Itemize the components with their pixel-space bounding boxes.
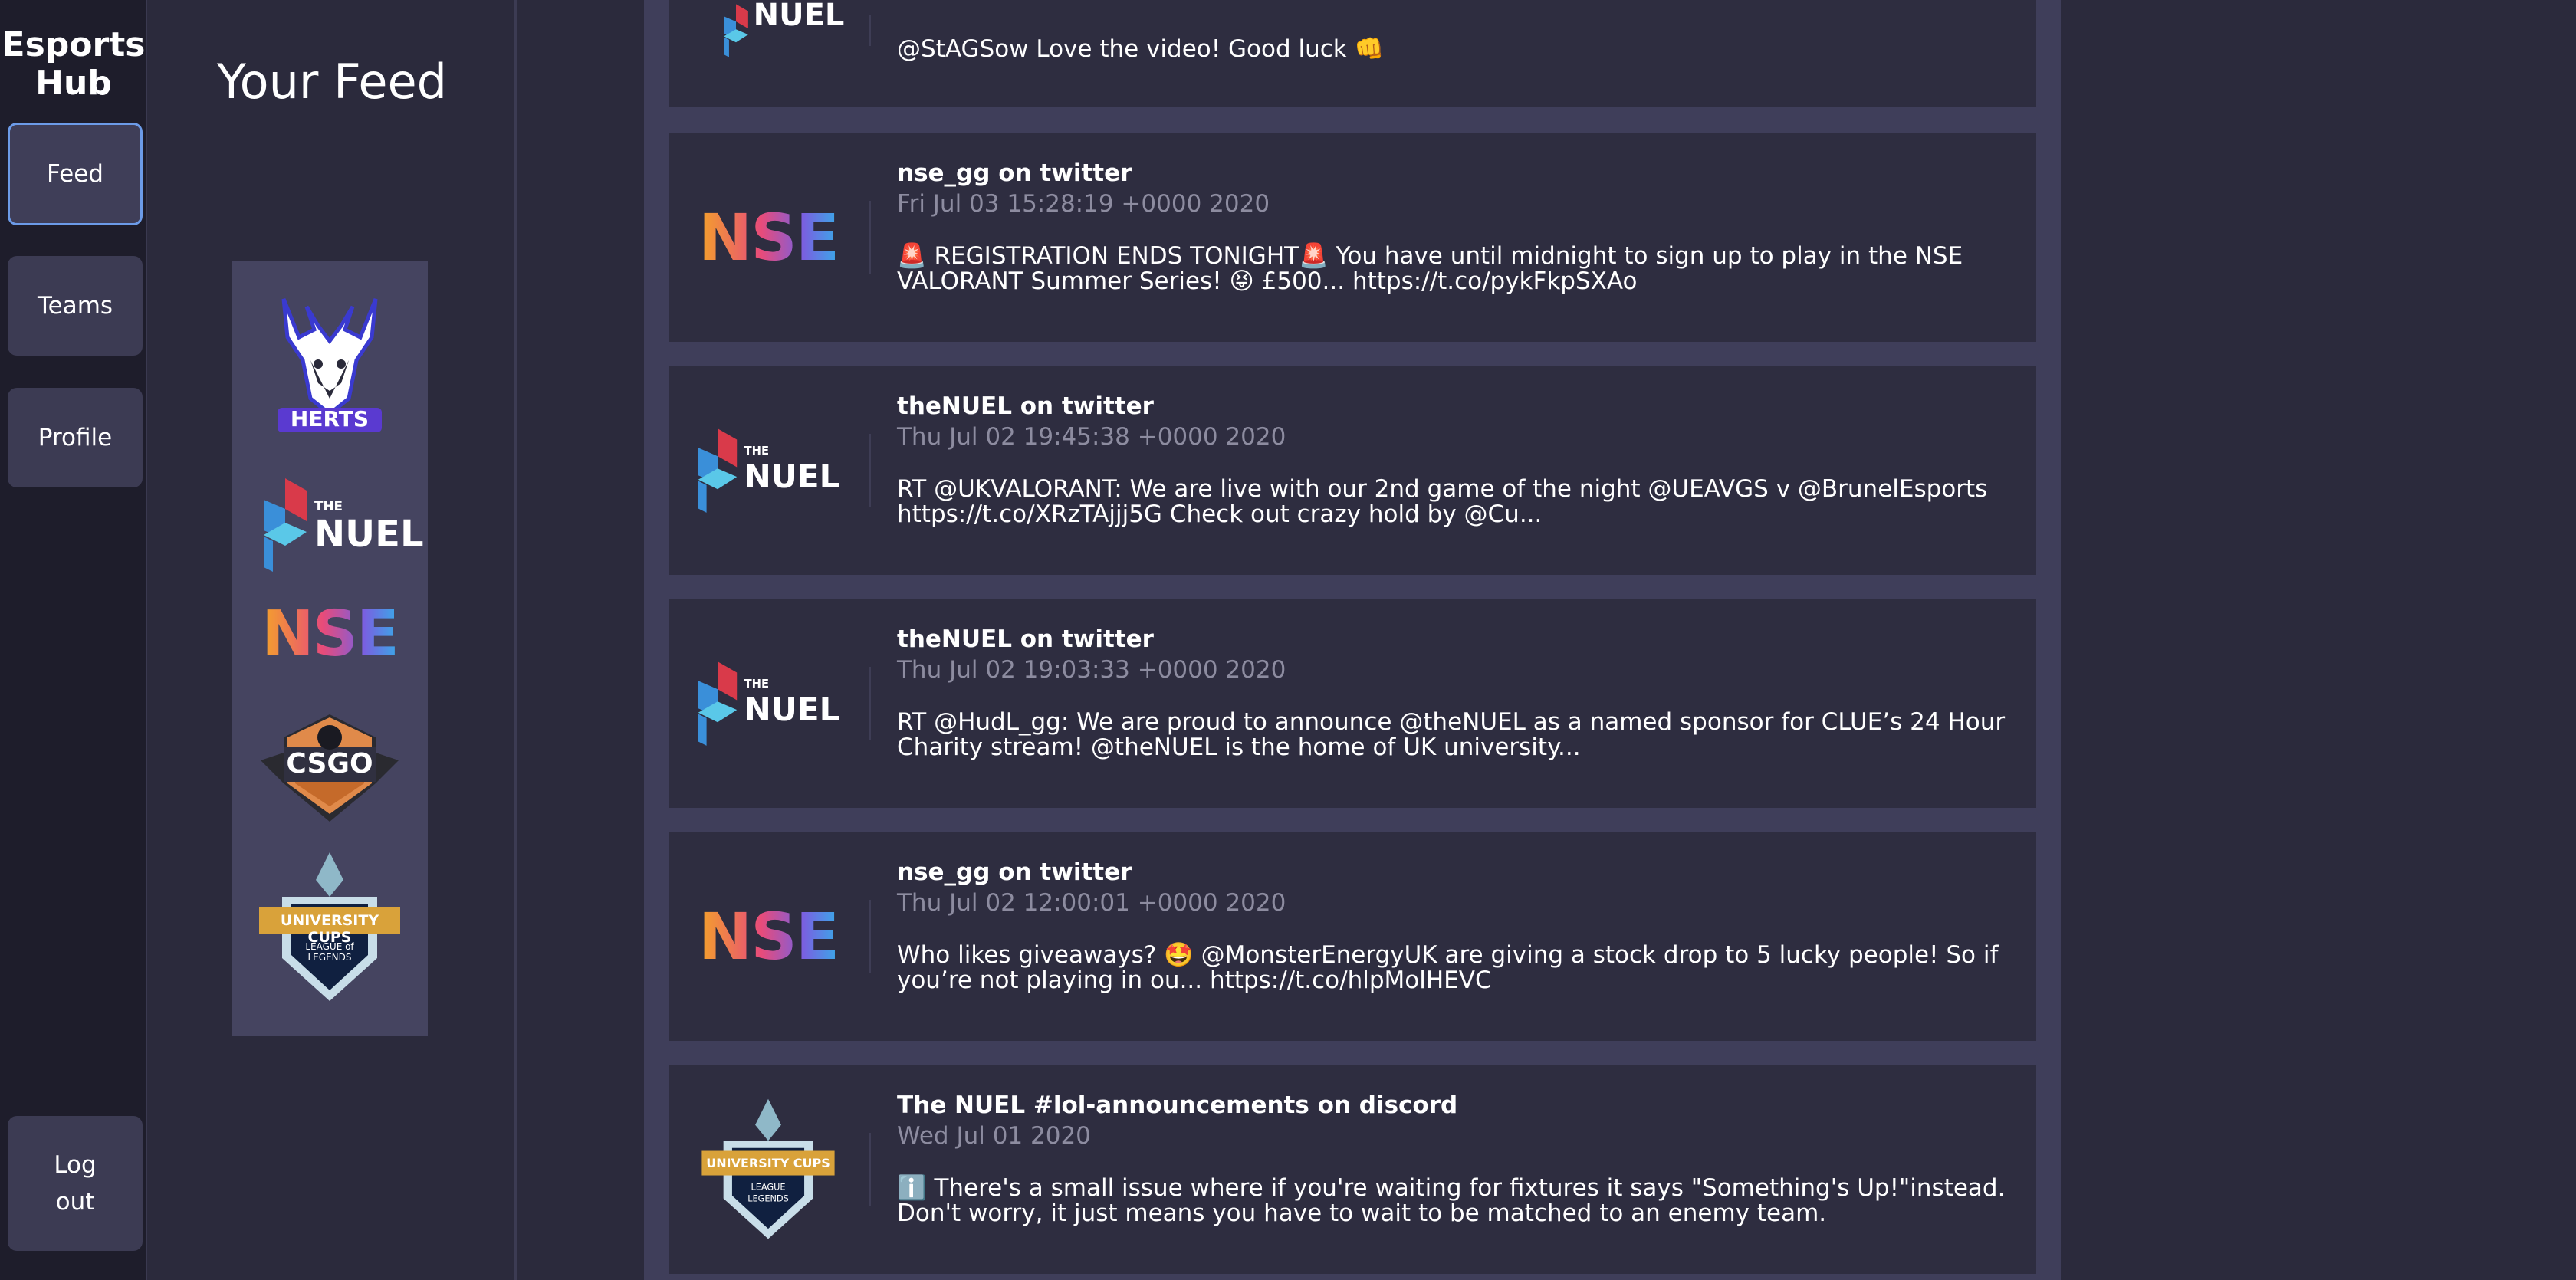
feed-post[interactable]: THE NUEL theNUEL on twitter Thu Jul 02 1… — [669, 599, 2036, 808]
feed-panel: Your Feed HERTS THE NUEL NSE CSGO UNIVER… — [147, 0, 517, 1280]
post-text: @StAGSow Love the video! Good luck 👊 — [897, 35, 1385, 63]
nuel-mark-icon — [264, 478, 307, 572]
herts-logo-text: HERTS — [290, 406, 370, 432]
post-text: RT @UKVALORANT: We are live with our 2nd… — [897, 475, 1988, 528]
feed-post[interactable]: NUEL @StAGSow Love the video! Good luck … — [669, 0, 2036, 107]
logout-line-1: Log — [54, 1151, 97, 1179]
post-logo-nuel-wordmark: THE NUEL — [744, 678, 840, 728]
nse-logo[interactable]: NSE — [259, 598, 400, 671]
herts-logo[interactable]: HERTS — [261, 284, 399, 437]
cups-banner-text: UNIVERSITY CUPS — [706, 1156, 830, 1170]
feed-post[interactable]: NSE nse_gg on twitter Thu Jul 02 12:00:0… — [669, 832, 2036, 1041]
post-date: Thu Jul 02 12:00:01 +0000 2020 — [897, 889, 1286, 917]
post-logo-nse: NSE — [692, 860, 845, 1013]
brand-line-1: Esports — [2, 25, 146, 64]
followed-teams-strip: HERTS THE NUEL NSE CSGO UNIVERSITY CUPS … — [232, 261, 428, 1036]
nav-feed-button[interactable]: Feed — [8, 123, 143, 225]
post-text: ℹ️ There's a small issue where if you're… — [897, 1174, 2006, 1227]
cups-sub-text: LEAGUE of LEGENDS — [305, 941, 354, 963]
post-body: theNUEL on twitter Thu Jul 02 19:03:33 +… — [897, 624, 2013, 760]
csgo-logo-text: CSGO — [286, 748, 373, 779]
post-logo-nuel: NUEL — [707, 0, 860, 61]
university-cups-badge-icon: UNIVERSITY CUPS LEAGUE LEGENDS — [702, 1098, 835, 1239]
cups-sub-text-1: LEAGUE — [751, 1182, 785, 1192]
post-date: Wed Jul 01 2020 — [897, 1122, 1091, 1150]
post-divider — [869, 201, 871, 274]
post-logo-nse: NSE — [692, 161, 845, 314]
feed-post[interactable]: NSE nse_gg on twitter Fri Jul 03 15:28:1… — [669, 133, 2036, 342]
post-divider — [869, 900, 871, 973]
csgo-logo[interactable]: CSGO — [253, 707, 406, 826]
post-divider — [869, 1133, 871, 1206]
brand-line-2: Hub — [35, 64, 112, 103]
nuel-mark-icon — [698, 428, 737, 513]
post-date: Fri Jul 03 15:28:19 +0000 2020 — [897, 190, 1270, 218]
post-author[interactable]: nse_gg on twitter — [897, 857, 2013, 888]
post-logo-university-cups: UNIVERSITY CUPS LEAGUE LEGENDS — [692, 1097, 845, 1242]
post-logo-nuel: THE NUEL — [692, 627, 845, 780]
post-body: nse_gg on twitter Thu Jul 02 12:00:01 +0… — [897, 857, 2013, 993]
nuel-the-text: THE — [744, 445, 769, 458]
post-divider — [869, 434, 871, 507]
nuel-mark-icon — [723, 4, 748, 57]
post-logo-nuel-text: NUEL — [744, 690, 840, 728]
post-logo-nuel-text: NUEL — [744, 457, 840, 495]
post-body: nse_gg on twitter Fri Jul 03 15:28:19 +0… — [897, 158, 2013, 294]
post-body: theNUEL on twitter Thu Jul 02 19:45:38 +… — [897, 391, 2013, 527]
cups-sub-text-2: LEGENDS — [748, 1193, 789, 1203]
post-logo-nuel: THE NUEL — [692, 394, 845, 547]
feed-post[interactable]: THE NUEL theNUEL on twitter Thu Jul 02 1… — [669, 366, 2036, 575]
post-text: Who likes giveaways? 🤩 @MonsterEnergyUK … — [897, 941, 1999, 994]
nuel-the-text: THE — [744, 678, 769, 691]
university-cups-logo[interactable]: UNIVERSITY CUPS LEAGUE of LEGENDS — [251, 851, 408, 1004]
nse-logo-text: NSE — [261, 598, 399, 671]
logout-button[interactable]: Log out — [8, 1116, 143, 1251]
post-date: Thu Jul 02 19:45:38 +0000 2020 — [897, 423, 1286, 451]
post-text: RT @HudL_gg: We are proud to announce @t… — [897, 708, 2006, 761]
post-logo-nuel-wordmark: THE NUEL — [744, 445, 840, 495]
nuel-logo[interactable]: THE NUEL — [262, 477, 424, 576]
post-logo-nse-text: NSE — [698, 899, 840, 974]
post-author[interactable]: The NUEL #lol-announcements on discord — [897, 1090, 2013, 1121]
logout-line-2: out — [55, 1188, 95, 1216]
app-brand: Esports Hub — [0, 26, 147, 103]
nuel-logo-wordmark: THE NUEL — [314, 500, 424, 556]
post-author[interactable]: nse_gg on twitter — [897, 158, 2013, 189]
post-divider — [869, 15, 871, 46]
nav-profile-button[interactable]: Profile — [8, 388, 143, 487]
post-text: 🚨 REGISTRATION ENDS TONIGHT🚨 You have un… — [897, 242, 1963, 295]
post-logo-nse-text: NSE — [698, 200, 840, 275]
nuel-mark-icon — [698, 661, 737, 746]
sidebar-nav: Esports Hub Feed Teams Profile Log out — [0, 0, 147, 1280]
post-date: Thu Jul 02 19:03:33 +0000 2020 — [897, 656, 1286, 684]
nav-teams-button[interactable]: Teams — [8, 256, 143, 356]
post-body: The NUEL #lol-announcements on discord W… — [897, 1090, 2013, 1226]
nuel-the-text: THE — [314, 498, 343, 514]
post-author[interactable]: theNUEL on twitter — [897, 391, 2013, 422]
nuel-logo-text: NUEL — [314, 512, 424, 556]
post-author[interactable]: theNUEL on twitter — [897, 624, 2013, 655]
page-title: Your Feed — [217, 54, 447, 110]
post-logo-nuel-text: NUEL — [753, 0, 845, 33]
feed-post[interactable]: UNIVERSITY CUPS LEAGUE LEGENDS The NUEL … — [669, 1065, 2036, 1274]
post-divider — [869, 667, 871, 740]
